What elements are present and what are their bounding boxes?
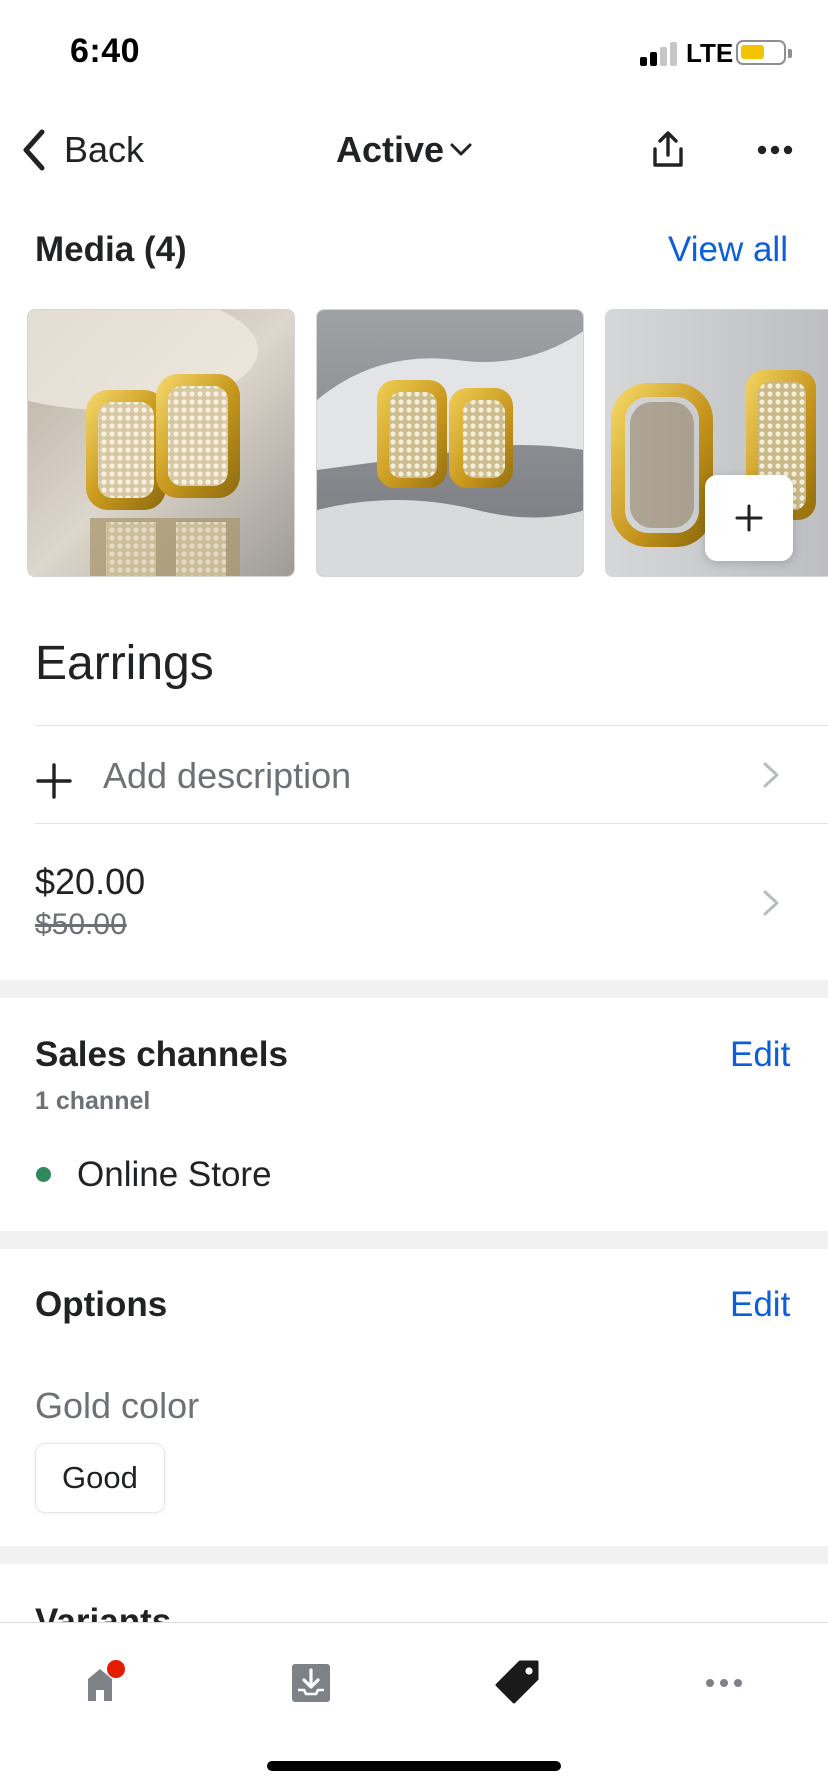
channel-name: Online Store [77,1155,272,1194]
network-type: LTE [686,38,734,68]
more-icon [706,1679,742,1687]
battery-icon [736,40,792,65]
tab-products[interactable] [488,1653,548,1713]
view-all-media-link[interactable]: View all [668,230,788,270]
more-options-button[interactable] [750,122,800,178]
tab-orders[interactable] [281,1653,341,1713]
more-horizontal-icon [757,145,793,155]
add-description-label: Add description [103,755,352,796]
chevron-down-icon [450,143,472,156]
orders-inbox-icon [292,1664,330,1702]
product-status-label: Active [336,129,445,170]
section-separator [0,1231,828,1249]
status-time: 6:40 [70,32,141,70]
variants-heading: Variants [35,1602,172,1622]
channel-status-dot [36,1167,51,1182]
section-separator [0,1546,828,1564]
chevron-left-icon [23,129,45,171]
edit-options-link[interactable]: Edit [730,1285,790,1325]
channel-count: 1 channel [35,1087,151,1115]
media-thumbnail[interactable] [316,309,584,577]
media-thumbnail[interactable] [27,309,295,577]
back-button[interactable]: Back [18,122,144,178]
plus-icon [36,763,72,799]
sales-channels-heading: Sales channels [35,1035,288,1074]
chevron-right-icon [763,890,779,916]
chevron-right-icon [763,762,779,788]
home-icon [88,1660,125,1701]
home-indicator[interactable] [267,1761,561,1771]
section-separator [0,980,828,998]
nav-bar: Back Active [0,100,828,200]
option-name: Gold color [35,1385,200,1426]
add-description-row[interactable]: Add description [0,725,828,823]
tab-more[interactable] [694,1653,754,1713]
product-title[interactable]: Earrings [35,636,214,691]
product-status-dropdown[interactable]: Active [336,122,472,178]
plus-icon [735,504,763,532]
product-tag-icon [495,1660,539,1704]
tab-home[interactable] [74,1653,134,1713]
compare-at-price: $50.00 [35,908,127,941]
edit-sales-channels-link[interactable]: Edit [730,1035,790,1075]
option-value-chip: Good [35,1443,165,1513]
earrings-photo [317,310,583,576]
share-icon [653,131,683,167]
back-label: Back [64,129,145,170]
share-button[interactable] [644,122,692,178]
media-heading: Media (4) [35,230,187,269]
status-bar: 6:40 LTE [0,0,828,100]
add-media-button[interactable] [705,475,793,561]
options-heading: Options [35,1285,168,1324]
signal-strength-icon [640,40,680,66]
earrings-photo [28,310,294,576]
price: $20.00 [35,861,146,902]
